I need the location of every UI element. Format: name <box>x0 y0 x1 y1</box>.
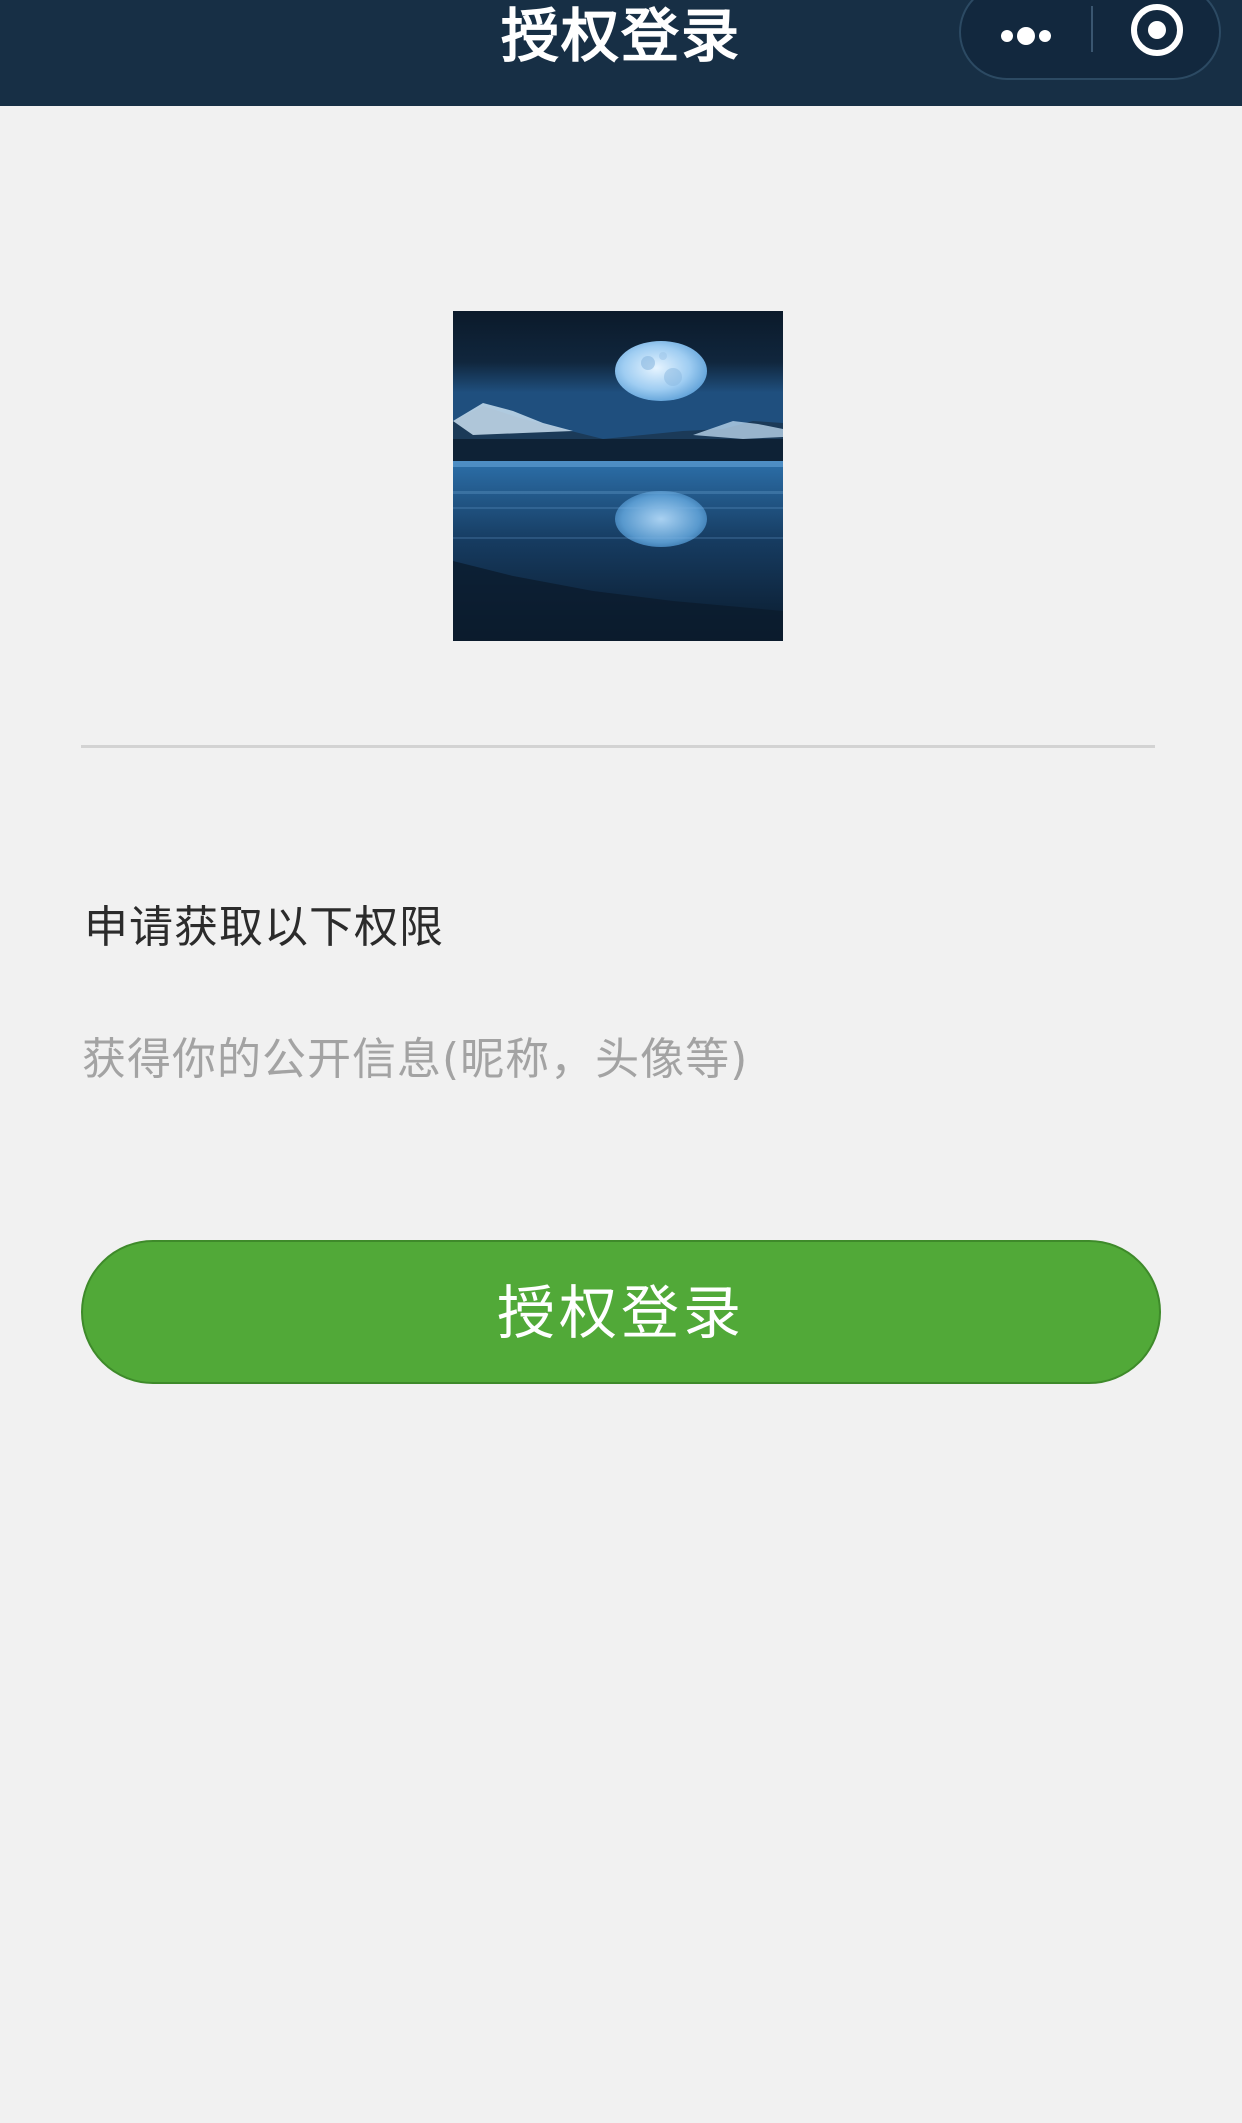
permission-description: 获得你的公开信息(昵称，头像等) <box>82 1034 749 1085</box>
target-close-icon[interactable] <box>1131 4 1183 56</box>
app-logo <box>453 311 783 641</box>
navigation-bar: 授权登录 <box>0 0 1242 106</box>
mini-program-capsule <box>959 0 1221 80</box>
permission-title: 申请获取以下权限 <box>84 902 444 953</box>
section-divider <box>81 745 1155 748</box>
authorize-login-button[interactable]: 授权登录 <box>81 1240 1161 1384</box>
more-dots-icon-center <box>1017 27 1035 45</box>
more-dots-icon-right <box>1039 30 1051 42</box>
capsule-divider <box>1091 6 1093 52</box>
more-dots-icon <box>1001 30 1013 42</box>
moon-lake-night-picture <box>453 311 783 641</box>
more-button[interactable] <box>961 0 1091 78</box>
